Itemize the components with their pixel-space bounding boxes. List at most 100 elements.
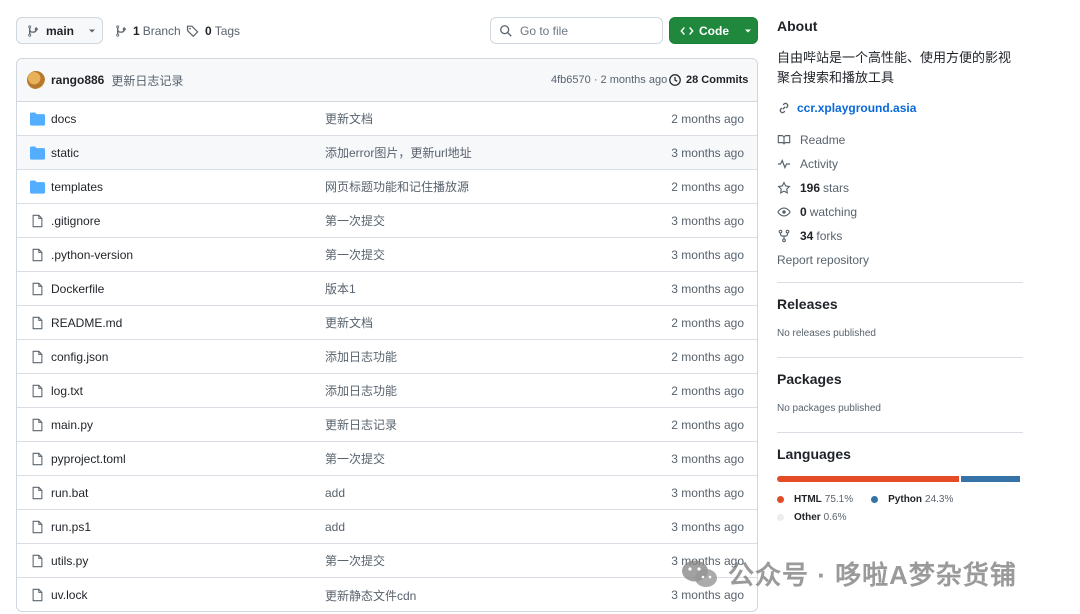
file-commit-message[interactable]: 版本1 [325,280,356,297]
file-icon [32,282,43,296]
language-bar-segment [777,476,959,482]
tags-count: 0 [205,23,212,38]
file-name[interactable]: README.md [51,316,122,330]
file-name[interactable]: static [51,146,79,160]
file-commit-date: 2 months ago [671,349,744,364]
stars-link[interactable]: 196 stars [777,176,1023,200]
language-name: Other [794,511,821,523]
packages-note: No packages published [777,403,881,414]
file-row[interactable]: docs 更新文档 2 months ago [17,102,757,136]
go-to-file-input[interactable]: Go to file [490,17,663,44]
languages-heading: Languages [777,446,851,462]
file-name[interactable]: docs [51,112,76,126]
file-name[interactable]: main.py [51,418,93,432]
file-icon [32,350,43,364]
file-row[interactable]: main.py 更新日志记录 2 months ago [17,408,757,442]
website-link[interactable]: ccr.xplayground.asia [777,101,1023,115]
file-name[interactable]: utils.py [51,554,88,568]
about-description: 自由哔站是一个高性能、使用方便的影视聚合搜索和播放工具 [777,50,1012,85]
file-commit-message[interactable]: 添加日志功能 [325,348,397,365]
file-icon [32,248,43,262]
file-name[interactable]: run.bat [51,486,88,500]
file-commit-message[interactable]: 添加日志功能 [325,382,397,399]
activity-label: Activity [800,157,839,171]
file-icon [32,520,43,534]
tags-link[interactable]: 0 Tags [186,17,240,44]
file-name[interactable]: Dockerfile [51,282,104,296]
file-row[interactable]: .python-version 第一次提交 3 months ago [17,238,757,272]
file-commit-date: 3 months ago [671,485,744,500]
file-commit-message[interactable]: 更新文档 [325,110,373,127]
releases-heading[interactable]: Releases [777,296,1023,312]
file-row[interactable]: config.json 添加日志功能 2 months ago [17,340,757,374]
forks-link[interactable]: 34 forks [777,224,1023,248]
file-name[interactable]: uv.lock [51,588,87,602]
divider [777,357,1023,358]
file-commit-date: 3 months ago [671,145,744,160]
commit-hash-age[interactable]: 4fb6570 · 2 months ago [551,74,667,86]
file-commit-message[interactable]: 第一次提交 [325,212,385,229]
file-commit-message[interactable]: 第一次提交 [325,552,385,569]
file-row[interactable]: static 添加error图片，更新url地址 3 months ago [17,136,757,170]
packages-heading[interactable]: Packages [777,371,1023,387]
report-repository-link[interactable]: Report repository [777,248,1023,272]
repo-forked-icon [778,229,790,243]
file-commit-date: 2 months ago [671,179,744,194]
language-percent: 0.6% [823,511,847,523]
commit-message[interactable]: 更新日志记录 [111,72,183,89]
stars-label: stars [823,181,850,195]
file-name[interactable]: .python-version [51,248,133,262]
file-row[interactable]: utils.py 第一次提交 3 months ago [17,544,757,578]
file-commit-message[interactable]: 第一次提交 [325,246,385,263]
go-to-file-placeholder: Go to file [520,23,569,38]
language-item[interactable]: Python 24.3% [871,490,953,508]
file-commit-date: 3 months ago [671,451,744,466]
file-commit-message[interactable]: 更新日志记录 [325,416,397,433]
file-commit-message[interactable]: add [325,520,345,534]
file-name[interactable]: pyproject.toml [51,452,126,466]
file-name[interactable]: run.ps1 [51,520,91,534]
divider [777,432,1023,433]
file-icon [32,554,43,568]
commits-count: 28 Commits [686,74,749,86]
language-list: HTML 75.1% Python 24.3% Other 0.6% [777,490,1023,526]
file-commit-message[interactable]: 更新静态文件cdn [325,587,416,604]
avatar[interactable] [27,71,45,89]
file-commit-message[interactable]: 第一次提交 [325,450,385,467]
language-percent: 24.3% [925,493,954,505]
file-commit-message[interactable]: 网页标题功能和记住播放源 [325,178,469,195]
wechat-icon [682,560,717,587]
language-item[interactable]: Other 0.6% [777,508,846,526]
commits-history-link[interactable]: 28 Commits [668,73,748,87]
readme-label: Readme [800,133,846,147]
watching-link[interactable]: 0 watching [777,200,1023,224]
file-row[interactable]: .gitignore 第一次提交 3 months ago [17,204,757,238]
file-row[interactable]: templates 网页标题功能和记住播放源 2 months ago [17,170,757,204]
language-item[interactable]: HTML 75.1% [777,490,853,508]
file-list: docs 更新文档 2 months ago static 添加error图片，更新ur… [17,102,757,611]
watching-count: 0 [800,205,807,219]
branches-link[interactable]: 1 Branch [114,17,181,44]
file-commit-date: 3 months ago [671,281,744,296]
code-button[interactable]: Code [669,17,758,44]
file-row[interactable]: uv.lock 更新静态文件cdn 3 months ago [17,578,757,611]
file-row[interactable]: pyproject.toml 第一次提交 3 months ago [17,442,757,476]
file-commit-message[interactable]: add [325,486,345,500]
activity-link[interactable]: Activity [777,152,1023,176]
code-icon [680,26,694,35]
file-table: rango886 更新日志记录 4fb6570 · 2 months ago 2… [16,58,758,612]
file-name[interactable]: .gitignore [51,214,100,228]
commit-author[interactable]: rango886 [51,73,104,87]
branch-selector-button[interactable]: main [16,17,103,44]
file-commit-message[interactable]: 添加error图片，更新url地址 [325,144,472,161]
file-commit-message[interactable]: 更新文档 [325,314,373,331]
file-row[interactable]: run.bat add 3 months ago [17,476,757,510]
file-row[interactable]: run.ps1 add 3 months ago [17,510,757,544]
file-name[interactable]: log.txt [51,384,83,398]
file-name[interactable]: config.json [51,350,108,364]
file-name[interactable]: templates [51,180,103,194]
readme-link[interactable]: Readme [777,128,1023,152]
file-row[interactable]: log.txt 添加日志功能 2 months ago [17,374,757,408]
file-row[interactable]: Dockerfile 版本1 3 months ago [17,272,757,306]
file-row[interactable]: README.md 更新文档 2 months ago [17,306,757,340]
